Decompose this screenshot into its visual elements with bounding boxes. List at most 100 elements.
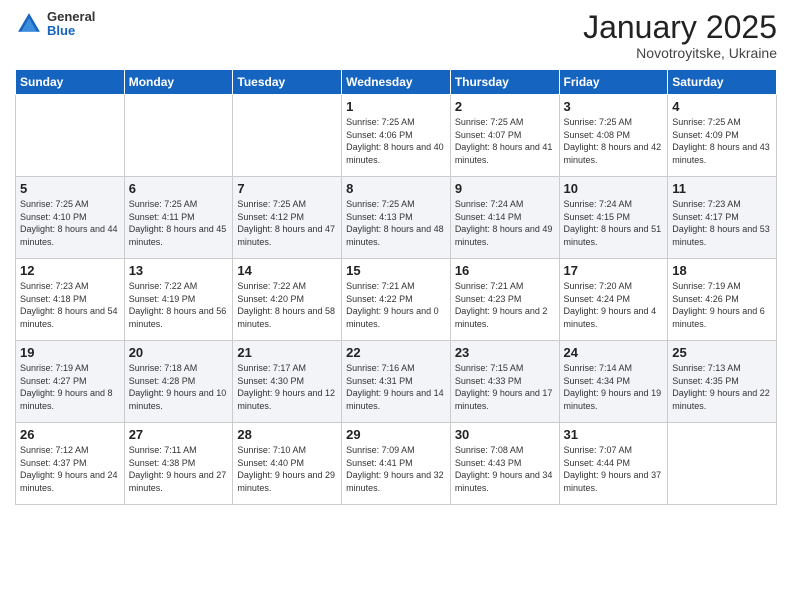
weekday-sunday: Sunday [16, 70, 125, 95]
weekday-row: SundayMondayTuesdayWednesdayThursdayFrid… [16, 70, 777, 95]
cell-w4-d5: 23 Sunrise: 7:15 AM Sunset: 4:33 PM Dayli… [450, 341, 559, 423]
cell-w1-d4: 1Sunrise: 7:25 AM Sunset: 4:06 PM Daylig… [342, 95, 451, 177]
weekday-tuesday: Tuesday [233, 70, 342, 95]
cell-w1-d6: 3 Sunrise: 7:25 AM Sunset: 4:08 PM Daylig… [559, 95, 668, 177]
week-row-4: 19 Sunrise: 7:19 AM Sunset: 4:27 PM Dayli… [16, 341, 777, 423]
day-number: 15 [346, 263, 446, 278]
day-number: 17 [564, 263, 664, 278]
cell-w5-d6: 31Sunrise: 7:07 AM Sunset: 4:44 PM Dayli… [559, 423, 668, 505]
cell-w4-d3: 21 Sunrise: 7:17 AM Sunset: 4:30 PM Dayli… [233, 341, 342, 423]
day-info: Sunrise: 7:21 AM Sunset: 4:22 PM Dayligh… [346, 280, 446, 330]
day-number: 4 [672, 99, 772, 114]
day-info: Sunrise: 7:19 AM Sunset: 4:26 PM Dayligh… [672, 280, 772, 330]
day-info: Sunrise: 7:25 AM Sunset: 4:11 PM Dayligh… [129, 198, 229, 248]
day-number: 18 [672, 263, 772, 278]
day-info: Sunrise: 7:24 AM Sunset: 4:15 PM Dayligh… [564, 198, 664, 248]
day-number: 20 [129, 345, 229, 360]
page-container: General Blue January 2025 Novotroyitske,… [0, 0, 792, 510]
day-number: 13 [129, 263, 229, 278]
day-info: Sunrise: 7:11 AM Sunset: 4:38 PM Dayligh… [129, 444, 229, 494]
month-title: January 2025 [583, 10, 777, 45]
day-info: Sunrise: 7:24 AM Sunset: 4:14 PM Dayligh… [455, 198, 555, 248]
cell-w4-d2: 20 Sunrise: 7:18 AM Sunset: 4:28 PM Dayli… [124, 341, 233, 423]
day-number: 11 [672, 181, 772, 196]
day-number: 12 [20, 263, 120, 278]
day-info: Sunrise: 7:16 AM Sunset: 4:31 PM Dayligh… [346, 362, 446, 412]
day-number: 2 [455, 99, 555, 114]
cell-w5-d4: 29Sunrise: 7:09 AM Sunset: 4:41 PM Dayli… [342, 423, 451, 505]
day-info: Sunrise: 7:12 AM Sunset: 4:37 PM Dayligh… [20, 444, 120, 494]
cell-w2-d2: 6Sunrise: 7:25 AM Sunset: 4:11 PM Daylig… [124, 177, 233, 259]
day-number: 1 [346, 99, 446, 114]
logo-text: General Blue [47, 10, 95, 39]
cell-w5-d5: 30Sunrise: 7:08 AM Sunset: 4:43 PM Dayli… [450, 423, 559, 505]
weekday-saturday: Saturday [668, 70, 777, 95]
day-info: Sunrise: 7:07 AM Sunset: 4:44 PM Dayligh… [564, 444, 664, 494]
logo-blue: Blue [47, 24, 95, 38]
cell-w1-d5: 2 Sunrise: 7:25 AM Sunset: 4:07 PM Daylig… [450, 95, 559, 177]
logo-general: General [47, 10, 95, 24]
cell-w3-d1: 12 Sunrise: 7:23 AM Sunset: 4:18 PM Dayli… [16, 259, 125, 341]
day-number: 10 [564, 181, 664, 196]
cell-w5-d3: 28 Sunrise: 7:10 AM Sunset: 4:40 PM Dayli… [233, 423, 342, 505]
day-number: 5 [20, 181, 120, 196]
day-info: Sunrise: 7:09 AM Sunset: 4:41 PM Dayligh… [346, 444, 446, 494]
day-number: 7 [237, 181, 337, 196]
day-info: Sunrise: 7:10 AM Sunset: 4:40 PM Dayligh… [237, 444, 337, 494]
day-number: 23 [455, 345, 555, 360]
cell-w3-d5: 16 Sunrise: 7:21 AM Sunset: 4:23 PM Dayli… [450, 259, 559, 341]
calendar-table: SundayMondayTuesdayWednesdayThursdayFrid… [15, 69, 777, 505]
cell-w3-d7: 18 Sunrise: 7:19 AM Sunset: 4:26 PM Dayli… [668, 259, 777, 341]
day-number: 28 [237, 427, 337, 442]
day-info: Sunrise: 7:18 AM Sunset: 4:28 PM Dayligh… [129, 362, 229, 412]
day-number: 27 [129, 427, 229, 442]
day-number: 21 [237, 345, 337, 360]
day-number: 16 [455, 263, 555, 278]
day-info: Sunrise: 7:17 AM Sunset: 4:30 PM Dayligh… [237, 362, 337, 412]
day-info: Sunrise: 7:25 AM Sunset: 4:07 PM Dayligh… [455, 116, 555, 166]
cell-w4-d1: 19 Sunrise: 7:19 AM Sunset: 4:27 PM Dayli… [16, 341, 125, 423]
cell-w5-d1: 26 Sunrise: 7:12 AM Sunset: 4:37 PM Dayli… [16, 423, 125, 505]
day-info: Sunrise: 7:23 AM Sunset: 4:18 PM Dayligh… [20, 280, 120, 330]
day-info: Sunrise: 7:22 AM Sunset: 4:19 PM Dayligh… [129, 280, 229, 330]
cell-w1-d1 [16, 95, 125, 177]
calendar-body: 1Sunrise: 7:25 AM Sunset: 4:06 PM Daylig… [16, 95, 777, 505]
cell-w3-d3: 14Sunrise: 7:22 AM Sunset: 4:20 PM Dayli… [233, 259, 342, 341]
cell-w4-d4: 22 Sunrise: 7:16 AM Sunset: 4:31 PM Dayli… [342, 341, 451, 423]
day-info: Sunrise: 7:25 AM Sunset: 4:12 PM Dayligh… [237, 198, 337, 248]
weekday-monday: Monday [124, 70, 233, 95]
logo-icon [15, 10, 43, 38]
cell-w2-d5: 9 Sunrise: 7:24 AM Sunset: 4:14 PM Daylig… [450, 177, 559, 259]
cell-w3-d6: 17 Sunrise: 7:20 AM Sunset: 4:24 PM Dayli… [559, 259, 668, 341]
cell-w4-d6: 24Sunrise: 7:14 AM Sunset: 4:34 PM Dayli… [559, 341, 668, 423]
day-number: 9 [455, 181, 555, 196]
cell-w1-d7: 4Sunrise: 7:25 AM Sunset: 4:09 PM Daylig… [668, 95, 777, 177]
day-number: 22 [346, 345, 446, 360]
week-row-2: 5 Sunrise: 7:25 AM Sunset: 4:10 PM Daylig… [16, 177, 777, 259]
cell-w4-d7: 25 Sunrise: 7:13 AM Sunset: 4:35 PM Dayli… [668, 341, 777, 423]
day-info: Sunrise: 7:19 AM Sunset: 4:27 PM Dayligh… [20, 362, 120, 412]
day-number: 8 [346, 181, 446, 196]
cell-w5-d7 [668, 423, 777, 505]
day-info: Sunrise: 7:08 AM Sunset: 4:43 PM Dayligh… [455, 444, 555, 494]
cell-w1-d2 [124, 95, 233, 177]
cell-w2-d4: 8Sunrise: 7:25 AM Sunset: 4:13 PM Daylig… [342, 177, 451, 259]
cell-w2-d6: 10 Sunrise: 7:24 AM Sunset: 4:15 PM Dayli… [559, 177, 668, 259]
week-row-1: 1Sunrise: 7:25 AM Sunset: 4:06 PM Daylig… [16, 95, 777, 177]
day-info: Sunrise: 7:14 AM Sunset: 4:34 PM Dayligh… [564, 362, 664, 412]
day-number: 26 [20, 427, 120, 442]
day-info: Sunrise: 7:13 AM Sunset: 4:35 PM Dayligh… [672, 362, 772, 412]
day-number: 19 [20, 345, 120, 360]
logo: General Blue [15, 10, 95, 39]
day-number: 25 [672, 345, 772, 360]
day-info: Sunrise: 7:20 AM Sunset: 4:24 PM Dayligh… [564, 280, 664, 330]
weekday-friday: Friday [559, 70, 668, 95]
day-info: Sunrise: 7:21 AM Sunset: 4:23 PM Dayligh… [455, 280, 555, 330]
weekday-thursday: Thursday [450, 70, 559, 95]
weekday-wednesday: Wednesday [342, 70, 451, 95]
day-info: Sunrise: 7:25 AM Sunset: 4:08 PM Dayligh… [564, 116, 664, 166]
day-info: Sunrise: 7:25 AM Sunset: 4:10 PM Dayligh… [20, 198, 120, 248]
day-info: Sunrise: 7:15 AM Sunset: 4:33 PM Dayligh… [455, 362, 555, 412]
day-number: 3 [564, 99, 664, 114]
cell-w3-d2: 13 Sunrise: 7:22 AM Sunset: 4:19 PM Dayli… [124, 259, 233, 341]
